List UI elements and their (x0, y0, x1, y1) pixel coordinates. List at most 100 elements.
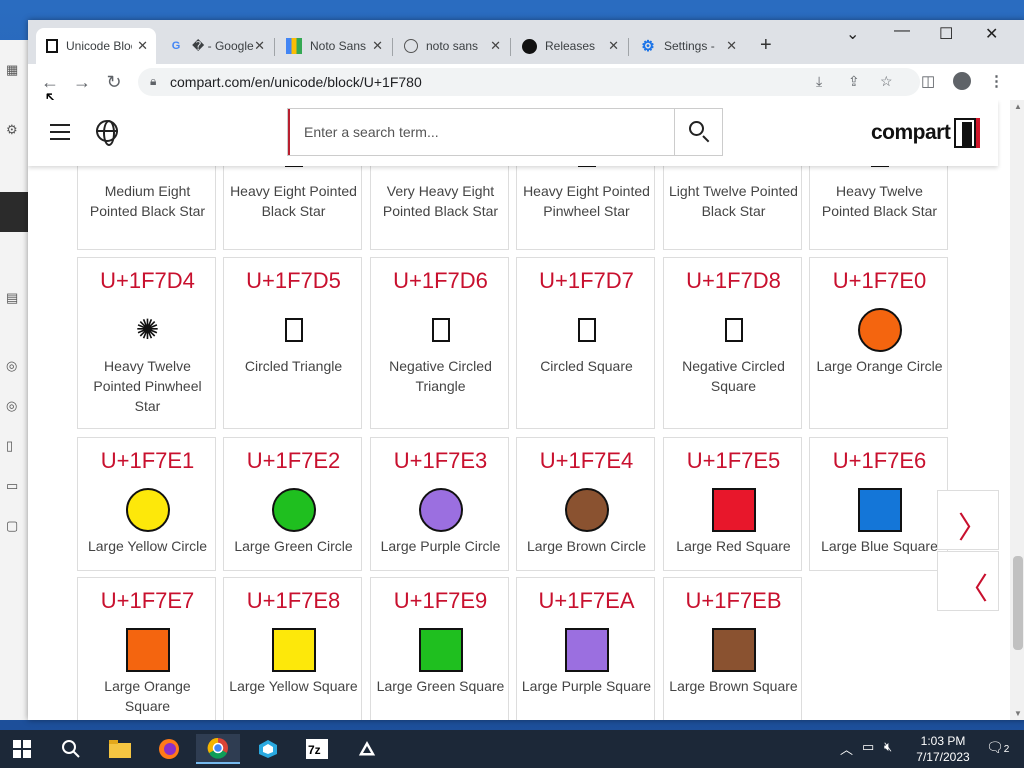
logo-mark-icon (954, 118, 981, 148)
glyph-preview (810, 488, 949, 532)
install-icon[interactable]: ⤓ (816, 73, 822, 90)
close-icon[interactable]: ✕ (254, 38, 265, 54)
maximize-icon[interactable]: ☐ (939, 24, 953, 44)
star-glyph-icon: ✺ (135, 314, 160, 345)
search-input[interactable] (288, 109, 674, 155)
scroll-down-icon[interactable]: ▼ (1014, 709, 1022, 718)
tab-settings[interactable]: ⚙ Settings - ✕ (630, 28, 745, 64)
close-icon[interactable]: ✕ (372, 38, 383, 54)
codepoint-label: U+1F7E3 (393, 448, 488, 473)
settings-icon: ⚙ (641, 38, 655, 55)
character-cell[interactable]: U+1F7EB Large Brown Square (663, 577, 802, 720)
character-name: Large Orange Circle (816, 358, 943, 374)
volume-muted-icon[interactable]: 🔇︎ (884, 739, 892, 755)
missing-glyph-box-icon (431, 318, 450, 342)
missing-glyph-box-icon (284, 318, 303, 342)
character-cell[interactable]: U+1F7E7 Large Orange Square (77, 577, 216, 720)
character-name: Heavy Twelve Pointed Pinwheel Star (93, 358, 202, 414)
character-cell[interactable]: U+1F7D5 Circled Triangle (223, 257, 362, 429)
background-window: ▦ ⚙ ▤ ◎ ◎ ▯ ▭ ▢ (0, 40, 30, 720)
tab-unicode-block[interactable]: Unicode Block ✕ (36, 28, 156, 64)
start-icon[interactable] (0, 734, 44, 764)
forward-arrow-icon[interactable]: → (70, 70, 94, 94)
codepoint-label: U+1F7E8 (246, 588, 341, 613)
character-name: Negative Circled Square (682, 358, 785, 394)
colored-circle-glyph-icon (271, 488, 316, 532)
tab-releases[interactable]: Releases ✕ (512, 28, 627, 64)
notification-icon[interactable]: 🗨︎2 (986, 739, 1009, 756)
search-icon[interactable] (49, 734, 93, 764)
character-cell[interactable]: U+1F7E9 Large Green Square (370, 577, 509, 720)
character-name: Circled Square (540, 358, 633, 374)
close-window-icon[interactable]: ✕ (985, 24, 998, 44)
clock-date: 7/17/2023 (916, 750, 970, 764)
close-icon[interactable]: ✕ (608, 38, 619, 54)
character-cell[interactable]: U+1F7D8 Negative Circled Square (663, 257, 802, 429)
character-cell[interactable]: U+1F7E3 Large Purple Circle (370, 437, 509, 571)
close-icon[interactable]: ✕ (726, 38, 737, 54)
previous-page-button[interactable]: 〈 (937, 551, 999, 611)
compart-logo[interactable]: compart (871, 118, 981, 148)
tab-google[interactable]: G � - Google ✕ (158, 28, 273, 64)
search-button[interactable] (674, 109, 722, 155)
glyph-preview (517, 308, 656, 352)
side-panel-icon[interactable]: ◫ (921, 72, 935, 90)
glyph-preview (371, 488, 510, 532)
character-cell[interactable]: U+1F7D7 Circled Square (516, 257, 655, 429)
character-cell[interactable]: U+1F7D6 Negative Circled Triangle (370, 257, 509, 429)
character-name: Large Brown Circle (526, 538, 647, 554)
scroll-up-icon[interactable]: ▲ (1014, 102, 1022, 111)
character-cell[interactable]: U+1F7E6 Large Blue Square (809, 437, 948, 571)
system-clock[interactable]: 1:03 PM 7/17/2023 (908, 733, 978, 765)
address-bar[interactable]: 🔒︎ compart.com/en/unicode/block/U+1F780 … (138, 68, 920, 96)
character-cell[interactable]: U+1F7E4 Large Brown Circle (516, 437, 655, 571)
character-cell[interactable]: U+1F7E1 Large Yellow Circle (77, 437, 216, 571)
share-icon[interactable]: ⇪ (848, 73, 860, 90)
clock-time: 1:03 PM (920, 734, 966, 748)
language-globe-icon[interactable] (96, 120, 118, 146)
gear-icon: ⚙ (6, 122, 18, 137)
page-scrollbar[interactable]: ▲ ▼ (1010, 100, 1024, 720)
7zip-icon[interactable]: 7z (295, 734, 339, 764)
character-cell[interactable]: U+1F7E2 Large Green Circle (223, 437, 362, 571)
tab-noto-sans-search[interactable]: noto sans ✕ (394, 28, 509, 64)
next-page-button[interactable]: 〉 (937, 490, 999, 550)
tab-noto-sans[interactable]: Noto Sans ✕ (276, 28, 391, 64)
file-explorer-icon[interactable] (98, 734, 142, 764)
globe-icon (404, 39, 418, 53)
new-tab-button[interactable]: + (760, 34, 772, 57)
logo-text: compart (871, 121, 951, 144)
menu-dots-icon[interactable]: ⋮ (989, 72, 1004, 90)
character-name: Large Yellow Circle (87, 538, 208, 554)
tab-label: noto sans (426, 39, 479, 53)
scrollbar-thumb[interactable] (1013, 556, 1023, 650)
reload-icon[interactable]: ↻ (102, 70, 126, 94)
profile-avatar-icon[interactable] (953, 72, 971, 90)
chrome-icon[interactable] (196, 734, 240, 764)
tray-chevron-icon[interactable]: ︿ (840, 739, 853, 758)
bookmark-star-icon[interactable]: ☆ (880, 73, 893, 90)
monitor-icon: ▭ (6, 478, 19, 493)
svg-text:7z: 7z (308, 743, 321, 757)
network-icon[interactable]: ▭ (862, 739, 874, 755)
firefox-icon[interactable] (147, 734, 191, 764)
character-cell[interactable]: U+1F7D4 ✺ Heavy Twelve Pointed Pinwheel St… (77, 257, 216, 429)
close-icon[interactable]: ✕ (490, 38, 501, 54)
url-text[interactable]: compart.com/en/unicode/block/U+1F780 (170, 74, 422, 90)
character-cell[interactable]: U+1F7EA Large Purple Square (516, 577, 655, 720)
search-icon (689, 121, 704, 136)
colored-circle-glyph-icon (564, 488, 609, 532)
character-cell[interactable]: U+1F7E8 Large Yellow Square (223, 577, 362, 720)
hamburger-menu-icon[interactable] (50, 124, 70, 140)
inkscape-icon[interactable] (345, 734, 389, 764)
character-cell[interactable]: U+1F7E5 Large Red Square (663, 437, 802, 571)
grid-icon: ▦ (6, 62, 19, 77)
close-icon[interactable]: ✕ (137, 38, 148, 54)
tab-search-chevron-icon[interactable]: ⌄ (846, 24, 859, 44)
minimize-icon[interactable]: — (894, 22, 910, 40)
character-cell[interactable]: U+1F7E0 Large Orange Circle (809, 257, 948, 429)
colored-square-glyph-icon (711, 628, 756, 672)
character-name: Large Green Square (376, 678, 505, 694)
tab-bar: Unicode Block ✕ G � - Google ✕ Noto Sans… (28, 20, 1024, 64)
app-icon[interactable] (246, 734, 290, 764)
